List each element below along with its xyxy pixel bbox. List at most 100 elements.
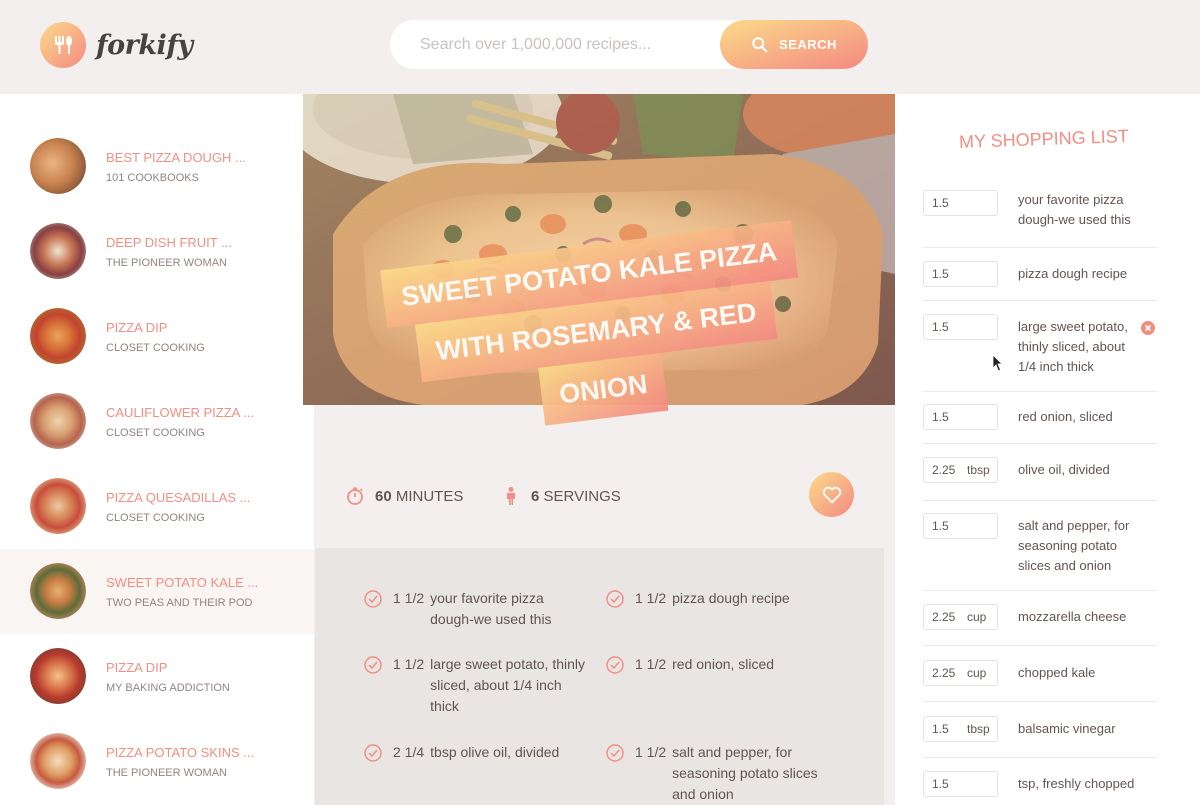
result-item[interactable]: DEEP DISH FRUIT ... THE PIONEER WOMAN bbox=[0, 209, 314, 294]
results-list: BEST PIZZA DOUGH ... 101 COOKBOOKS DEEP … bbox=[0, 94, 314, 805]
shopping-list: MY SHOPPING LIST your favorite pizza dou… bbox=[895, 94, 1200, 805]
recipe-thumbnail bbox=[30, 733, 86, 789]
search-button[interactable]: SEARCH bbox=[720, 20, 868, 69]
recipe-thumbnail bbox=[30, 308, 86, 364]
search-input[interactable] bbox=[420, 20, 710, 69]
recipe-thumbnail bbox=[30, 478, 86, 534]
check-circle-icon bbox=[606, 744, 624, 762]
ingredient-quantity: 2 1/4 bbox=[393, 744, 425, 760]
shopping-item: red onion, sliced bbox=[923, 404, 1157, 444]
ingredient-description: tbsp olive oil, divided bbox=[430, 744, 560, 760]
result-item[interactable]: PIZZA QUESADILLAS ... CLOSET COOKING bbox=[0, 464, 314, 549]
shopping-item: tbsp olive oil, divided bbox=[923, 457, 1157, 501]
result-title: BEST PIZZA DOUGH ... bbox=[106, 150, 246, 165]
result-title: CAULIFLOWER PIZZA ... bbox=[106, 405, 255, 420]
result-title: DEEP DISH FRUIT ... bbox=[106, 235, 232, 250]
ingredient-quantity: 1 1/2 bbox=[393, 656, 425, 672]
shopping-item-description: pizza dough recipe bbox=[1018, 266, 1128, 281]
result-title: PIZZA DIP bbox=[106, 660, 168, 675]
shopping-item-description: your favorite pizza dough-we used this bbox=[1018, 192, 1131, 227]
shopping-item-count[interactable] bbox=[923, 261, 998, 287]
shopping-item-unit: tbsp bbox=[967, 722, 990, 736]
shopping-item-description: salt and pepper, for seasoning potato sl… bbox=[1018, 518, 1130, 573]
fork-spoon-icon bbox=[40, 22, 86, 68]
result-publisher: THE PIONEER WOMAN bbox=[106, 767, 228, 779]
shopping-item-description: olive oil, divided bbox=[1018, 462, 1110, 477]
ingredient-item: 1 1/2 salt and pepper, for seasoning pot… bbox=[605, 742, 832, 805]
delete-icon[interactable] bbox=[1140, 320, 1156, 336]
result-item[interactable]: PIZZA POTATO SKINS ... THE PIONEER WOMAN bbox=[0, 719, 314, 804]
shopping-item-unit: tbsp bbox=[967, 463, 990, 477]
result-item-active[interactable]: SWEET POTATO KALE ... TWO PEAS AND THEIR… bbox=[0, 549, 314, 634]
result-publisher: THE PIONEER WOMAN bbox=[106, 257, 228, 269]
shopping-item: large sweet potato, thinly sliced, about… bbox=[923, 314, 1157, 392]
shopping-item: cup chopped kale bbox=[923, 660, 1157, 702]
shopping-item: cup mozzarella cheese bbox=[923, 604, 1157, 646]
shopping-item-count[interactable] bbox=[923, 604, 998, 630]
shopping-item: pizza dough recipe bbox=[923, 261, 1157, 301]
recipe-minutes-label: MINUTES bbox=[395, 487, 464, 505]
result-title: SWEET POTATO KALE ... bbox=[106, 575, 259, 590]
ingredients-list: 1 1/2 your favorite pizza dough-we used … bbox=[315, 548, 884, 805]
shopping-item: salt and pepper, for seasoning potato sl… bbox=[923, 513, 1157, 591]
ingredient-description: red onion, sliced bbox=[672, 656, 775, 672]
result-item[interactable]: PIZZA DIP CLOSET COOKING bbox=[0, 294, 314, 379]
shopping-item-description: red onion, sliced bbox=[1018, 409, 1113, 424]
ingredient-item: 2 1/4 tbsp olive oil, divided bbox=[363, 742, 610, 763]
search-button-label: SEARCH bbox=[779, 37, 837, 52]
shopping-item-count[interactable] bbox=[923, 660, 998, 686]
result-publisher: TWO PEAS AND THEIR POD bbox=[106, 597, 253, 609]
shopping-item-description: tsp, freshly chopped bbox=[1018, 776, 1135, 791]
shopping-item-description: large sweet potato, thinly sliced, about… bbox=[1018, 319, 1128, 374]
person-icon bbox=[507, 487, 515, 505]
ingredient-quantity: 1 1/2 bbox=[635, 744, 667, 760]
shopping-item-count[interactable] bbox=[923, 513, 998, 539]
check-circle-icon bbox=[606, 590, 624, 608]
shopping-item-unit: cup bbox=[967, 610, 987, 624]
ingredient-quantity: 1 1/2 bbox=[393, 590, 425, 606]
check-circle-icon bbox=[364, 656, 382, 674]
shopping-item: your favorite pizza dough-we used this bbox=[923, 190, 1157, 248]
ingredient-description: pizza dough recipe bbox=[672, 590, 790, 606]
recipe-thumbnail bbox=[30, 223, 86, 279]
result-item[interactable]: CAULIFLOWER PIZZA ... CLOSET COOKING bbox=[0, 379, 314, 464]
recipe-servings-label: SERVINGS bbox=[543, 487, 621, 505]
recipe-servings-value: 6 bbox=[531, 487, 540, 505]
result-title: PIZZA QUESADILLAS ... bbox=[106, 490, 251, 505]
ingredient-quantity: 1 1/2 bbox=[635, 656, 667, 672]
recipe-duration: 60 MINUTES bbox=[345, 486, 463, 506]
recipe-thumbnail bbox=[30, 393, 86, 449]
shopping-item-count[interactable] bbox=[923, 314, 998, 340]
bookmark-heart-button[interactable] bbox=[809, 472, 854, 517]
shopping-item-description: chopped kale bbox=[1018, 665, 1096, 680]
check-circle-icon bbox=[364, 590, 382, 608]
result-title: PIZZA DIP bbox=[106, 320, 168, 335]
ingredient-description: large sweet potato, thinly sliced, about… bbox=[430, 656, 586, 714]
result-publisher: CLOSET COOKING bbox=[106, 427, 205, 439]
result-title: PIZZA POTATO SKINS ... bbox=[106, 745, 255, 760]
recipe-thumbnail bbox=[30, 563, 86, 619]
recipe-minutes-value: 60 bbox=[375, 487, 392, 505]
result-item[interactable]: PIZZA DIP MY BAKING ADDICTION bbox=[0, 634, 314, 719]
header: forkify SEARCH bbox=[0, 0, 1200, 94]
recipe-thumbnail bbox=[30, 138, 86, 194]
ingredient-item: 1 1/2 your favorite pizza dough-we used … bbox=[363, 588, 590, 630]
shopping-list-title: MY SHOPPING LIST bbox=[958, 126, 1129, 152]
ingredient-quantity: 1 1/2 bbox=[635, 590, 667, 606]
logo[interactable]: forkify bbox=[40, 22, 193, 68]
shopping-item-count[interactable] bbox=[923, 404, 998, 430]
result-publisher: CLOSET COOKING bbox=[106, 512, 205, 524]
stopwatch-icon bbox=[347, 487, 363, 505]
shopping-item-description: mozzarella cheese bbox=[1018, 609, 1127, 624]
mouse-cursor-icon bbox=[992, 354, 1003, 372]
recipe-thumbnail bbox=[30, 648, 86, 704]
shopping-item-count[interactable] bbox=[923, 190, 998, 216]
result-publisher: 101 COOKBOOKS bbox=[106, 172, 199, 184]
search-form: SEARCH bbox=[390, 20, 868, 69]
shopping-item: tsp, freshly chopped bbox=[923, 771, 1157, 805]
ingredient-item: 1 1/2 red onion, sliced bbox=[605, 654, 832, 675]
shopping-item-count[interactable] bbox=[923, 771, 998, 797]
shopping-item: tbsp balsamic vinegar bbox=[923, 716, 1157, 758]
result-item[interactable]: BEST PIZZA DOUGH ... 101 COOKBOOKS bbox=[0, 124, 314, 209]
app-name: forkify bbox=[96, 29, 193, 61]
